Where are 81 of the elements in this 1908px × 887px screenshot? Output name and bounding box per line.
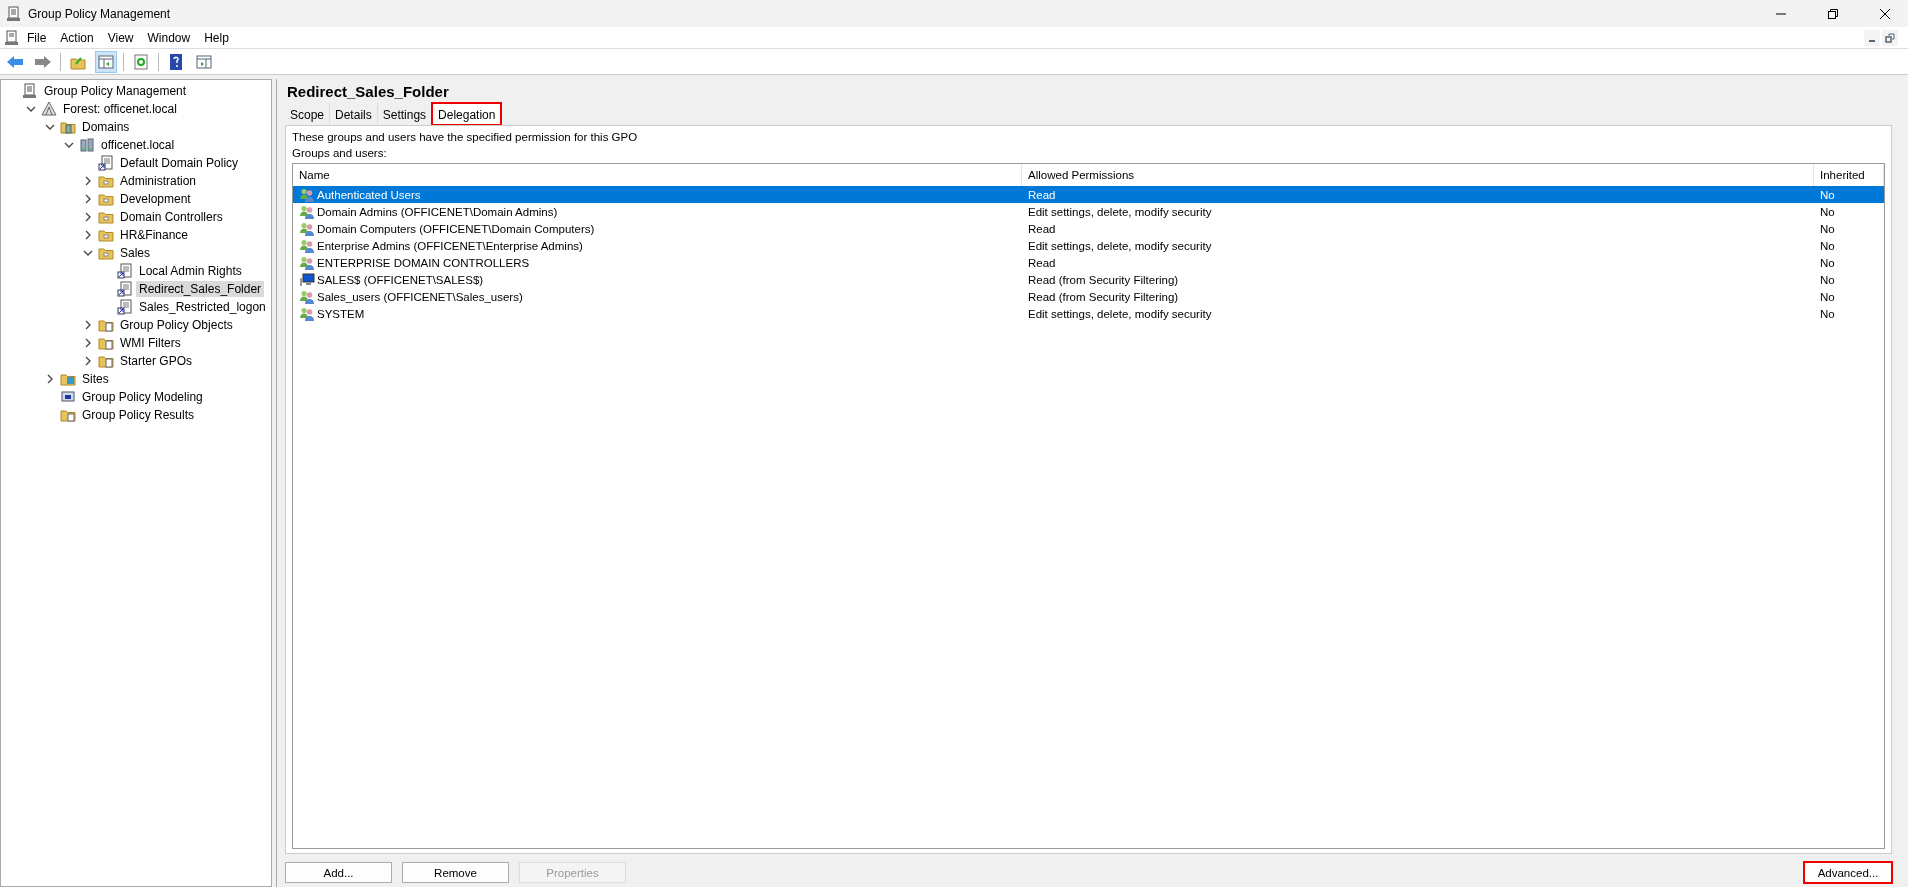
tree-item[interactable]: Group Policy Results [79,407,198,423]
tree-item[interactable]: Domains [79,119,133,135]
table-row[interactable]: Domain Computers (OFFICENET\Domain Computers) Read No [293,220,1884,237]
table-row[interactable]: Sales_users (OFFICENET\Sales_users) Read (from Security Filtering) No [293,288,1884,305]
tree-item[interactable]: Starter GPOs [117,353,196,369]
tree-item[interactable]: Local Admin Rights [136,263,245,279]
tree-item[interactable]: officenet.local [98,137,178,153]
app-icon [6,5,22,22]
users-icon [299,186,315,203]
table-cell-text: No [1819,290,1836,303]
menu-item[interactable]: Help [197,28,236,47]
users-icon [299,237,315,254]
tree-item[interactable]: Administration [117,173,200,189]
table-cell: Domain Computers (OFFICENET\Domain Computers) [317,222,595,235]
close-icon[interactable] [1879,7,1891,20]
triangle-icon [41,101,57,117]
users-icon [299,203,315,220]
tree-item[interactable]: Group Policy Objects [117,317,236,333]
table-cell-text: Read [1027,222,1057,235]
users-icon [299,288,315,305]
document-icon [117,263,133,279]
tree-item[interactable]: Default Domain Policy [117,155,242,171]
advanced-button[interactable]: Advanced... [1804,862,1892,883]
window-title: Group Policy Management [28,6,172,21]
table-cell-text: Read [1027,188,1057,201]
table-cell: SYSTEM [317,307,365,320]
table-cell-text: Edit settings, delete, modify security [1027,205,1213,218]
menu-item[interactable]: File [20,28,54,47]
tree-item[interactable]: Sites [79,371,112,387]
tree-item[interactable]: Redirect_Sales_Folder [136,281,265,297]
menu-item[interactable]: Window [140,28,198,47]
tree-item[interactable]: Domain Controllers [117,209,226,225]
users-icon [299,305,315,322]
table-row[interactable]: ENTERPRISE DOMAIN CONTROLLERS Read No [293,254,1884,271]
table-cell: SALES$ (OFFICENET\SALES$) [317,273,484,286]
console-tree-button[interactable] [95,50,117,73]
table-cell-text: No [1819,273,1836,286]
list-label: Groups and users: [292,147,388,159]
table-cell: Enterprise Admins (OFFICENET\Enterprise Admins) [317,239,583,252]
table-cell-text: No [1819,256,1836,269]
table-cell-text: Read [1027,256,1057,269]
table-cell: Authenticated Users [317,188,421,201]
restore-icon[interactable] [1827,7,1839,20]
tree-item[interactable]: Forest: officenet.local [60,101,180,117]
table-cell-text: Edit settings, delete, modify security [1027,239,1213,252]
table-cell-text: Read (from Security Filtering) [1027,290,1180,303]
dialog-button[interactable]: Add... [285,862,392,883]
table-cell-text: No [1819,222,1836,235]
table-row[interactable]: SYSTEM Edit settings, delete, modify security No [293,305,1884,322]
table-cell: ENTERPRISE DOMAIN CONTROLLERS [317,256,530,269]
tree-item[interactable]: Group Policy Management [41,83,190,99]
menu-item[interactable]: View [100,28,141,47]
table-cell: Domain Admins (OFFICENET\Domain Admins) [317,205,558,218]
document-icon [98,155,114,171]
tab[interactable]: Delegation [432,103,502,125]
tree-item[interactable]: Sales_Restricted_logon [136,299,269,315]
table-cell-text: Edit settings, delete, modify security [1027,307,1213,320]
description-text: These groups and users have the specified permission for this GPO [292,131,639,143]
dialog-button[interactable]: Remove [402,862,509,883]
tree-item[interactable]: HR&Finance [117,227,192,243]
computer-icon [299,271,315,288]
document-icon [117,281,133,297]
tree-item[interactable]: Group Policy Modeling [79,389,206,405]
table-cell-text: No [1819,205,1836,218]
table-cell-text: No [1819,239,1836,252]
table-cell-text: No [1819,307,1836,320]
tree-item[interactable]: WMI Filters [117,335,184,351]
table-cell-text: Read (from Security Filtering) [1027,273,1180,286]
tree-item[interactable]: Development [117,191,194,207]
table-row[interactable]: Domain Admins (OFFICENET\Domain Admins) Edit settings, delete, modify security No [293,203,1884,220]
table-row[interactable]: Enterprise Admins (OFFICENET\Enterprise Admins) Edit settings, delete, modify security No [293,237,1884,254]
table-row[interactable]: Authenticated Users Read No [293,186,1884,203]
users-icon [299,254,315,271]
table-row[interactable]: SALES$ (OFFICENET\SALES$) Read (from Security Filtering) No [293,271,1884,288]
tree-item[interactable]: Sales [117,245,154,261]
pane-title: Redirect_Sales_Folder [286,83,450,100]
menu-item[interactable]: Action [53,28,101,47]
document-icon [117,299,133,315]
table-cell-text: No [1819,188,1836,201]
table-cell: Sales_users (OFFICENET\Sales_users) [317,290,523,303]
users-icon [299,220,315,237]
